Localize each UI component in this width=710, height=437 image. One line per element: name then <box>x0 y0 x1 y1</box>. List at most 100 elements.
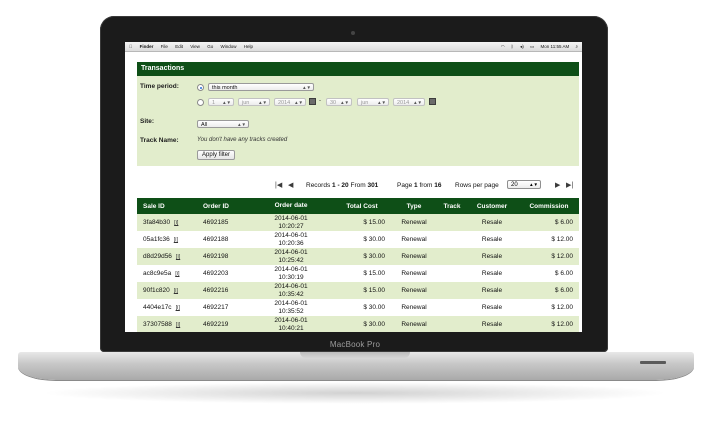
bluetooth-icon[interactable]: ᛒ <box>511 44 514 49</box>
details-icon[interactable]: [i] <box>175 271 179 277</box>
customer-cell: Resale <box>481 270 503 277</box>
period-select[interactable]: this month ▲▼ <box>208 83 314 91</box>
table-body: 3fa84b30 [i] 4692185 2014-06-01 10:20:27 $ 15… <box>137 214 579 332</box>
page-total: 16 <box>434 182 442 189</box>
total-cost-cell: $ 30.00 <box>363 304 385 311</box>
col-order-date[interactable]: Order date <box>247 202 335 210</box>
rows-per-page-select[interactable]: 20 ▲▼ <box>507 180 541 189</box>
commission-cell: $ 12.00 <box>551 321 573 328</box>
table-row[interactable]: 3fa84b30 [i] 4692185 2014-06-01 10:20:27 $ 15… <box>137 214 579 231</box>
screen:  Finder File Edit View Go Window Help ◠… <box>125 42 582 332</box>
sale-id[interactable]: 4404e17c <box>143 304 172 311</box>
commission-cell: $ 6.00 <box>554 287 573 294</box>
spotlight-icon[interactable]: ⌕ <box>575 44 578 49</box>
last-page-icon[interactable]: ▶| <box>566 181 573 189</box>
commission-cell: $ 12.00 <box>551 304 573 311</box>
records-total: 301 <box>367 182 379 189</box>
to-year-select[interactable]: 2014 ▲▼ <box>393 98 425 106</box>
battery-icon[interactable]: ▭ <box>530 44 534 49</box>
from-month-select[interactable]: jun ▲▼ <box>238 98 270 106</box>
order-id-cell: 4692185 <box>203 219 229 226</box>
col-type[interactable]: Type <box>389 203 439 210</box>
menu-file[interactable]: File <box>161 44 168 49</box>
col-commission[interactable]: Commission <box>519 203 579 210</box>
menu-view[interactable]: View <box>190 44 200 49</box>
to-month-select[interactable]: jun ▲▼ <box>357 98 389 106</box>
period-preset-radio[interactable] <box>197 84 204 91</box>
details-icon[interactable]: [i] <box>174 288 178 294</box>
order-time: 10:35:42 <box>278 290 304 298</box>
order-date: 2014-06-01 <box>274 300 308 307</box>
details-icon[interactable]: [i] <box>174 220 178 226</box>
table-row[interactable]: d8d29d56 [i] 4692198 2014-06-01 10:25:42 $ 30… <box>137 248 579 265</box>
volume-icon[interactable]: ◂) <box>520 44 524 49</box>
period-custom-radio[interactable] <box>197 99 204 106</box>
to-calendar-icon[interactable] <box>429 98 436 105</box>
details-icon[interactable]: [i] <box>176 322 180 328</box>
prev-page-icon[interactable]: ◀ <box>288 181 293 189</box>
from-day-select[interactable]: 1 ▲▼ <box>208 98 234 106</box>
menu-window[interactable]: Window <box>220 44 236 49</box>
table-row[interactable]: ac8c9e5a [i] 4692203 2014-06-01 10:30:19 $ 15… <box>137 265 579 282</box>
table-row[interactable]: 4404e17c [i] 4692217 2014-06-01 10:35:52 $ 30… <box>137 299 579 316</box>
page-label: Page <box>397 182 413 189</box>
to-day-select[interactable]: 30 ▲▼ <box>326 98 352 106</box>
table-row[interactable]: 37307588 [i] 4692219 2014-06-01 10:40:21 $ 30… <box>137 316 579 332</box>
apply-filter-button[interactable]: Apply filter <box>197 150 236 160</box>
customer-cell: Resale <box>481 287 503 294</box>
menu-help[interactable]: Help <box>244 44 253 49</box>
col-total-cost[interactable]: Total Cost <box>335 203 389 210</box>
from-calendar-icon[interactable] <box>309 98 316 105</box>
page-info: Page 1 from 16 <box>397 182 441 189</box>
order-date-cell: 2014-06-01 10:20:27 <box>247 215 335 230</box>
type-cell: Renewal <box>401 304 427 311</box>
records-from-label: From <box>350 182 366 189</box>
lid-notch <box>300 352 410 358</box>
type-cell: Renewal <box>401 321 427 328</box>
from-year-select[interactable]: 2014 ▲▼ <box>274 98 306 106</box>
menu-go[interactable]: Go <box>207 44 213 49</box>
sale-id[interactable]: 37307588 <box>143 321 172 328</box>
order-id-cell: 4692203 <box>203 270 229 277</box>
sale-id[interactable]: 90f1c820 <box>143 287 170 294</box>
site-select[interactable]: All ▲▼ <box>197 120 249 128</box>
col-sale-id[interactable]: Sale ID <box>137 203 195 210</box>
sale-id[interactable]: 3fa84b30 <box>143 219 170 226</box>
col-track[interactable]: Track <box>439 203 465 210</box>
no-tracks-note: You don't have any tracks created <box>197 137 288 143</box>
order-date: 2014-06-01 <box>274 283 308 290</box>
records-range: 1 - 20 <box>332 182 349 189</box>
order-time: 10:20:27 <box>278 222 304 230</box>
sale-id-cell: d8d29d56 [i] <box>137 253 195 260</box>
next-page-icon[interactable]: ▶ <box>555 181 560 189</box>
order-time: 10:25:42 <box>278 256 304 264</box>
details-icon[interactable]: [i] <box>174 237 178 243</box>
menu-edit[interactable]: Edit <box>175 44 183 49</box>
apple-icon[interactable]:  <box>129 44 132 49</box>
sale-id-cell: 90f1c820 [i] <box>137 287 195 294</box>
order-time: 10:20:36 <box>278 239 304 247</box>
customer-cell: Resale <box>481 253 503 260</box>
order-date-cell: 2014-06-01 10:25:42 <box>247 249 335 264</box>
wifi-icon[interactable]: ◠ <box>501 44 505 49</box>
details-icon[interactable]: [i] <box>176 254 180 260</box>
table-row[interactable]: 90f1c820 [i] 4692216 2014-06-01 10:35:42 $ 15… <box>137 282 579 299</box>
customer-cell: Resale <box>481 304 503 311</box>
customer-cell: Resale <box>481 321 503 328</box>
sale-id[interactable]: d8d29d56 <box>143 253 172 260</box>
first-page-icon[interactable]: |◀ <box>275 181 282 189</box>
rows-per-page-label: Rows per page <box>455 182 499 189</box>
menubar-clock[interactable]: Mon 11:55 AM <box>541 44 570 49</box>
details-icon[interactable]: [i] <box>176 305 180 311</box>
menu-finder[interactable]: Finder <box>140 44 154 49</box>
order-time: 10:35:52 <box>278 307 304 315</box>
order-date-cell: 2014-06-01 10:35:42 <box>247 283 335 298</box>
sale-id[interactable]: ac8c9e5a <box>143 270 171 277</box>
table-row[interactable]: 05a1fc36 [i] 4692188 2014-06-01 10:20:36 $ 30… <box>137 231 579 248</box>
sale-id[interactable]: 05a1fc36 <box>143 236 170 243</box>
col-customer[interactable]: Customer <box>465 203 519 210</box>
order-id-cell: 4692219 <box>203 321 229 328</box>
total-cost-cell: $ 30.00 <box>363 321 385 328</box>
track-name-label: Track Name: <box>140 137 179 144</box>
col-order-id[interactable]: Order ID <box>195 203 247 210</box>
